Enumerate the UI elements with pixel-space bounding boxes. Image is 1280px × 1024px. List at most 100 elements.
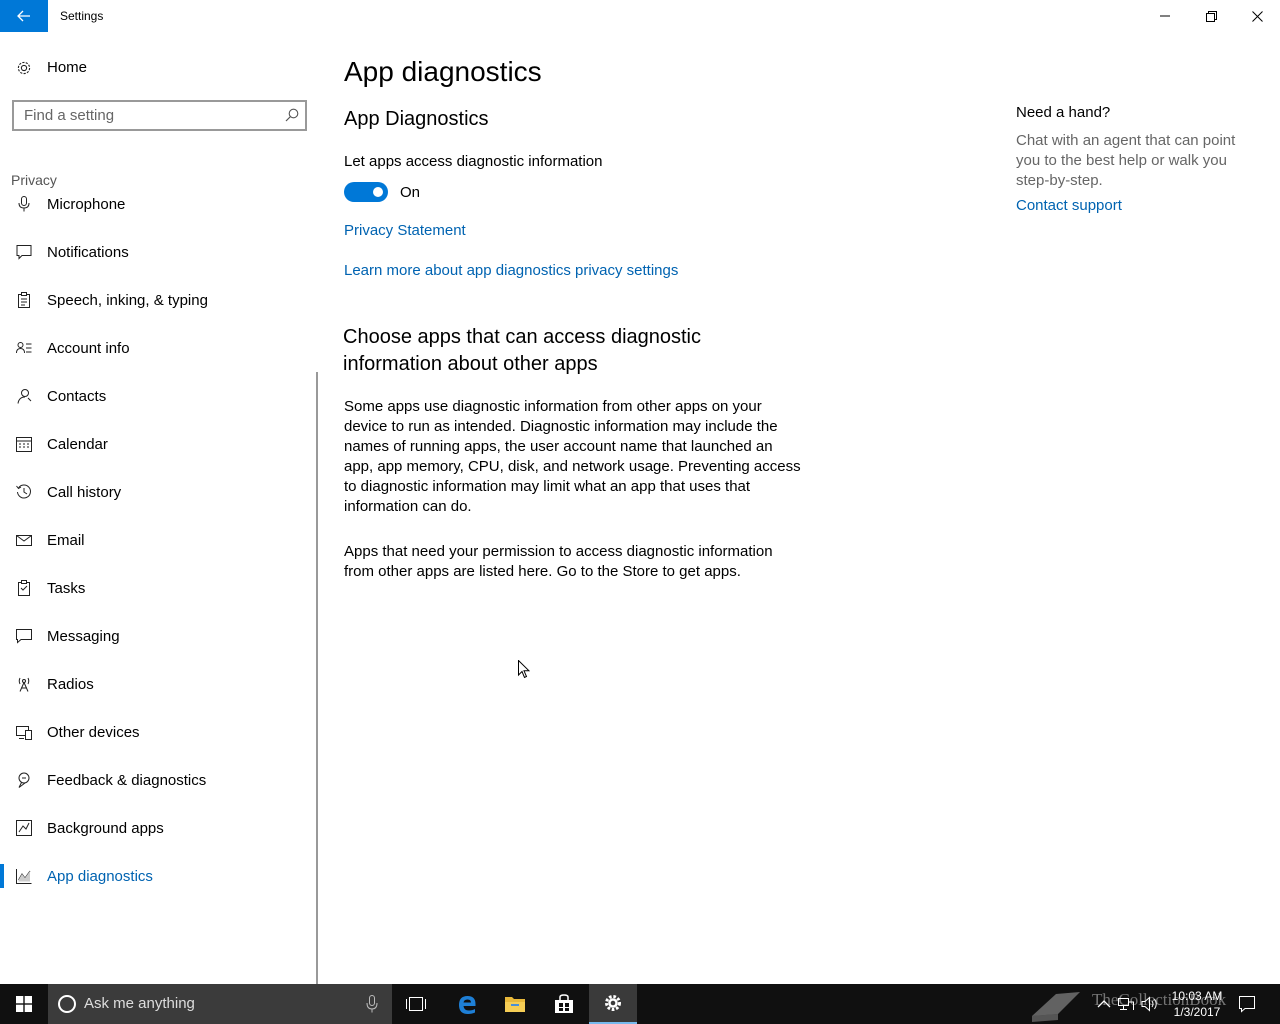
- contact-support-link[interactable]: Contact support: [1016, 197, 1246, 214]
- sidebar-item-call-history[interactable]: Call history: [0, 468, 316, 516]
- sidebar-item-label: Call history: [47, 484, 122, 501]
- find-setting-search-box[interactable]: [12, 100, 307, 131]
- clipboard-icon: [18, 292, 30, 308]
- home-button[interactable]: Home: [0, 48, 320, 88]
- mouse-cursor-icon: [518, 660, 530, 679]
- sidebar-item-contacts[interactable]: Contacts: [0, 372, 316, 420]
- back-button[interactable]: [0, 0, 48, 32]
- volume-icon[interactable]: [1140, 994, 1160, 1014]
- contacts-icon: [17, 389, 32, 404]
- app-diagnostics-toggle[interactable]: [344, 182, 388, 202]
- sidebar-item-calendar[interactable]: Calendar: [0, 420, 316, 468]
- home-label: Home: [47, 59, 88, 76]
- notification-icon: [16, 245, 32, 260]
- taskbar: Ask me anything TheCollectionBook 10:03 …: [0, 984, 1280, 1024]
- cortana-search-box[interactable]: Ask me anything: [48, 984, 392, 1024]
- chevron-up-icon[interactable]: [1094, 994, 1114, 1014]
- message-icon: [16, 629, 32, 644]
- sidebar-item-messaging[interactable]: Messaging: [0, 612, 316, 660]
- sidebar-item-label: Feedback & diagnostics: [47, 772, 207, 789]
- permission-apps-paragraph: Apps that need your permission to access…: [344, 542, 773, 582]
- store-button[interactable]: [540, 984, 588, 1024]
- sidebar-item-label: Messaging: [47, 628, 120, 645]
- folder-icon: [505, 997, 525, 1012]
- start-button[interactable]: [0, 984, 48, 1024]
- sidebar-item-label: Other devices: [47, 724, 140, 741]
- sidebar-item-label: App diagnostics: [47, 868, 153, 885]
- settings-taskbar-button[interactable]: [589, 984, 637, 1024]
- cortana-icon: [58, 995, 76, 1013]
- paragraph-line: names of running apps, the user account …: [344, 438, 773, 455]
- radio-tower-icon: [18, 677, 30, 692]
- sidebar-scrollbar[interactable]: [316, 372, 318, 1000]
- sidebar-item-background-apps[interactable]: Background apps: [0, 804, 316, 852]
- history-icon: [16, 484, 31, 499]
- sidebar-item-app-diagnostics[interactable]: App diagnostics: [0, 852, 316, 900]
- privacy-statement-link[interactable]: Privacy Statement: [344, 222, 466, 239]
- taskbar-clock[interactable]: 10:03 AM 1/3/2017: [1166, 988, 1228, 1020]
- paragraph-line: Apps that need your permission to access…: [344, 543, 773, 560]
- clock-date: 1/3/2017: [1173, 1005, 1221, 1019]
- sidebar-item-tasks[interactable]: Tasks: [0, 564, 316, 612]
- windows-logo-icon: [16, 996, 32, 1012]
- help-pane: Need a hand? Chat with an agent that can…: [1016, 104, 1246, 214]
- edge-icon: [459, 996, 476, 1014]
- find-setting-input[interactable]: [14, 102, 279, 129]
- sidebar-item-notifications[interactable]: Notifications: [0, 228, 316, 276]
- toggle-knob: [373, 187, 383, 197]
- sidebar-item-speech-inking-typing[interactable]: Speech, inking, & typing: [0, 276, 316, 324]
- tasks-icon: [18, 580, 30, 596]
- sidebar-item-label: Contacts: [47, 388, 107, 405]
- background-apps-icon: [16, 820, 32, 836]
- book-logo-icon: [1032, 992, 1080, 1022]
- choose-apps-heading-line: information about other apps: [343, 353, 598, 375]
- close-button[interactable]: [1234, 0, 1280, 32]
- task-view-button[interactable]: [392, 984, 440, 1024]
- sidebar-item-label: Background apps: [47, 820, 164, 837]
- clock-time: 10:03 AM: [1171, 989, 1223, 1003]
- sidebar-item-label: Microphone: [47, 196, 126, 213]
- toggle-description: Let apps access diagnostic information: [344, 153, 603, 170]
- minimize-icon: [1160, 15, 1170, 17]
- gear-icon: [17, 61, 31, 75]
- sidebar-item-feedback-diagnostics[interactable]: Feedback & diagnostics: [0, 756, 316, 804]
- search-icon[interactable]: [285, 108, 299, 122]
- sidebar-item-account-info[interactable]: Account info: [0, 324, 316, 372]
- learn-more-link[interactable]: Learn more about app diagnostics privacy…: [344, 262, 678, 279]
- back-arrow-icon: [17, 10, 30, 22]
- sidebar-item-other-devices[interactable]: Other devices: [0, 708, 316, 756]
- paragraph-line: information can do.: [344, 498, 472, 515]
- paragraph-line: from other apps are listed here. Go to t…: [344, 563, 741, 580]
- close-icon: [1251, 10, 1263, 22]
- help-text-line: you to the best help or walk you: [1016, 152, 1227, 169]
- mail-icon: [16, 535, 32, 546]
- feedback-icon: [18, 772, 30, 788]
- sidebar-item-radios[interactable]: Radios: [0, 660, 316, 708]
- restore-button[interactable]: [1188, 0, 1234, 32]
- calendar-icon: [16, 437, 32, 452]
- sidebar-item-email[interactable]: Email: [0, 516, 316, 564]
- sidebar-item-microphone[interactable]: Microphone: [0, 180, 316, 228]
- sidebar-item-label: Speech, inking, & typing: [47, 292, 208, 309]
- privacy-nav-list: Microphone Notifications Speech, inking,…: [0, 180, 316, 900]
- paragraph-line: app, app memory, CPU, disk, and network …: [344, 458, 801, 475]
- sidebar: Home Privacy Microphone Notifications: [0, 32, 320, 1000]
- paragraph-line: Some apps use diagnostic information fro…: [344, 398, 762, 415]
- need-a-hand-heading: Need a hand?: [1016, 104, 1111, 121]
- microphone-icon: [18, 196, 30, 212]
- edge-browser-button[interactable]: [443, 984, 491, 1024]
- page-title: App diagnostics: [344, 56, 542, 87]
- file-explorer-button[interactable]: [491, 984, 539, 1024]
- help-text-line: step-by-step.: [1016, 172, 1103, 189]
- minimize-button[interactable]: [1142, 0, 1188, 32]
- task-view-icon: [406, 997, 426, 1011]
- action-center-icon[interactable]: [1237, 994, 1257, 1014]
- restore-icon: [1205, 10, 1217, 22]
- diagnostic-info-paragraph: Some apps use diagnostic information fro…: [344, 397, 801, 517]
- toggle-state-label: On: [400, 184, 421, 201]
- sidebar-item-label: Account info: [47, 340, 130, 357]
- network-icon[interactable]: [1116, 994, 1136, 1014]
- choose-apps-heading-line: Choose apps that can access diagnostic: [343, 326, 701, 348]
- microphone-icon[interactable]: [366, 995, 378, 1013]
- store-bag-icon: [555, 994, 573, 1013]
